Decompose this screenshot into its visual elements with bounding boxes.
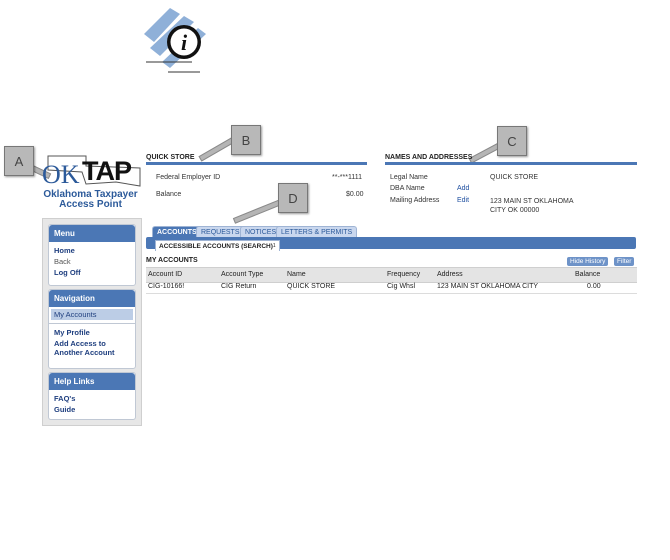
- subtab-accessible-accounts-label: ACCESSIBLE ACCOUNTS (SEARCH): [159, 242, 273, 250]
- menu-box: Menu Home Back Log Off: [48, 224, 136, 286]
- fein-value: **-***1111: [332, 174, 362, 181]
- callout-b: B: [231, 125, 261, 155]
- account-title-bar: [146, 162, 367, 165]
- navigation-title: Navigation: [49, 290, 135, 307]
- dba-name-label: DBA Name: [390, 185, 425, 192]
- account-title: QUICK STORE: [146, 154, 195, 161]
- menu-back-link[interactable]: Back: [49, 256, 135, 267]
- filter-button[interactable]: Filter: [614, 257, 635, 266]
- help-title: Help Links: [49, 373, 135, 390]
- row-frequency: Cig Whsl: [387, 283, 416, 290]
- col-account-type[interactable]: Account Type: [221, 268, 263, 280]
- mailing-line1: 123 MAIN ST OKLAHOMA: [490, 198, 574, 205]
- col-frequency[interactable]: Frequency: [387, 268, 420, 280]
- menu-title: Menu: [49, 225, 135, 242]
- dba-add-link[interactable]: Add: [457, 185, 469, 192]
- col-account-id[interactable]: Account ID: [148, 268, 182, 280]
- callout-c: C: [497, 126, 527, 156]
- help-faqs-link[interactable]: FAQ's: [49, 393, 135, 404]
- callout-a: A: [4, 146, 34, 176]
- help-box: Help Links FAQ's Guide: [48, 372, 136, 420]
- menu-home-link[interactable]: Home: [49, 245, 135, 256]
- mailing-edit-link[interactable]: Edit: [457, 197, 469, 204]
- fein-label: Federal Employer ID: [156, 174, 221, 181]
- info-icon: i: [140, 4, 220, 76]
- logo-tap: TAP: [82, 156, 132, 186]
- legal-name-label: Legal Name: [390, 174, 428, 181]
- balance-label: Balance: [156, 191, 182, 198]
- svg-text:i: i: [181, 30, 188, 55]
- row-name: QUICK STORE: [287, 283, 336, 290]
- sidebar: Menu Home Back Log Off Navigation My Acc…: [42, 218, 142, 426]
- my-accounts-title: MY ACCOUNTS: [146, 257, 198, 264]
- callout-b-pointer: [198, 137, 235, 162]
- names-title-bar: [385, 162, 637, 165]
- logo-subtitle-line2: Access Point: [59, 199, 122, 210]
- names-title: NAMES AND ADDRESSES: [385, 154, 473, 161]
- nav-my-accounts[interactable]: My Accounts: [51, 309, 133, 320]
- row-account-id-link[interactable]: CIG-10166!: [148, 283, 184, 290]
- hide-history-button[interactable]: Hide History: [567, 257, 609, 266]
- row-balance: 0.00: [587, 283, 601, 290]
- nav-add-access[interactable]: Add Access to Another Account: [49, 338, 135, 358]
- legal-name-value: QUICK STORE: [490, 174, 539, 181]
- nav-add-access-line1: Add Access to: [54, 339, 106, 348]
- row-divider: [146, 293, 637, 294]
- mailing-address-value: 123 MAIN ST OKLAHOMA CITY OK 00000: [490, 197, 574, 215]
- balance-value: $0.00: [346, 191, 364, 198]
- nav-my-profile[interactable]: My Profile: [49, 327, 135, 338]
- mailing-address-label: Mailing Address: [390, 197, 440, 204]
- logo-ok: OK: [42, 160, 80, 189]
- nav-add-access-line2: Another Account: [54, 348, 115, 357]
- oktap-logo[interactable]: OK TAP Oklahoma Taxpayer Access Point: [38, 152, 143, 214]
- col-balance[interactable]: Balance: [575, 268, 600, 280]
- col-name[interactable]: Name: [287, 268, 306, 280]
- subtab-mark: 1: [272, 243, 276, 249]
- subtab-accessible-accounts[interactable]: ACCESSIBLE ACCOUNTS (SEARCH) 1: [155, 240, 280, 251]
- callout-d-pointer: [232, 199, 282, 224]
- mailing-line2: CITY OK 00000: [490, 207, 540, 214]
- row-address: 123 MAIN ST OKLAHOMA CITY: [437, 283, 539, 290]
- menu-logoff-link[interactable]: Log Off: [49, 267, 135, 278]
- help-guide-link[interactable]: Guide: [49, 404, 135, 415]
- col-address[interactable]: Address: [437, 268, 463, 280]
- callout-d: D: [278, 183, 308, 213]
- logo-subtitle: Oklahoma Taxpayer Access Point: [38, 190, 143, 210]
- row-account-type: CIG Return: [221, 283, 257, 290]
- navigation-box: Navigation My Accounts My Profile Add Ac…: [48, 289, 136, 369]
